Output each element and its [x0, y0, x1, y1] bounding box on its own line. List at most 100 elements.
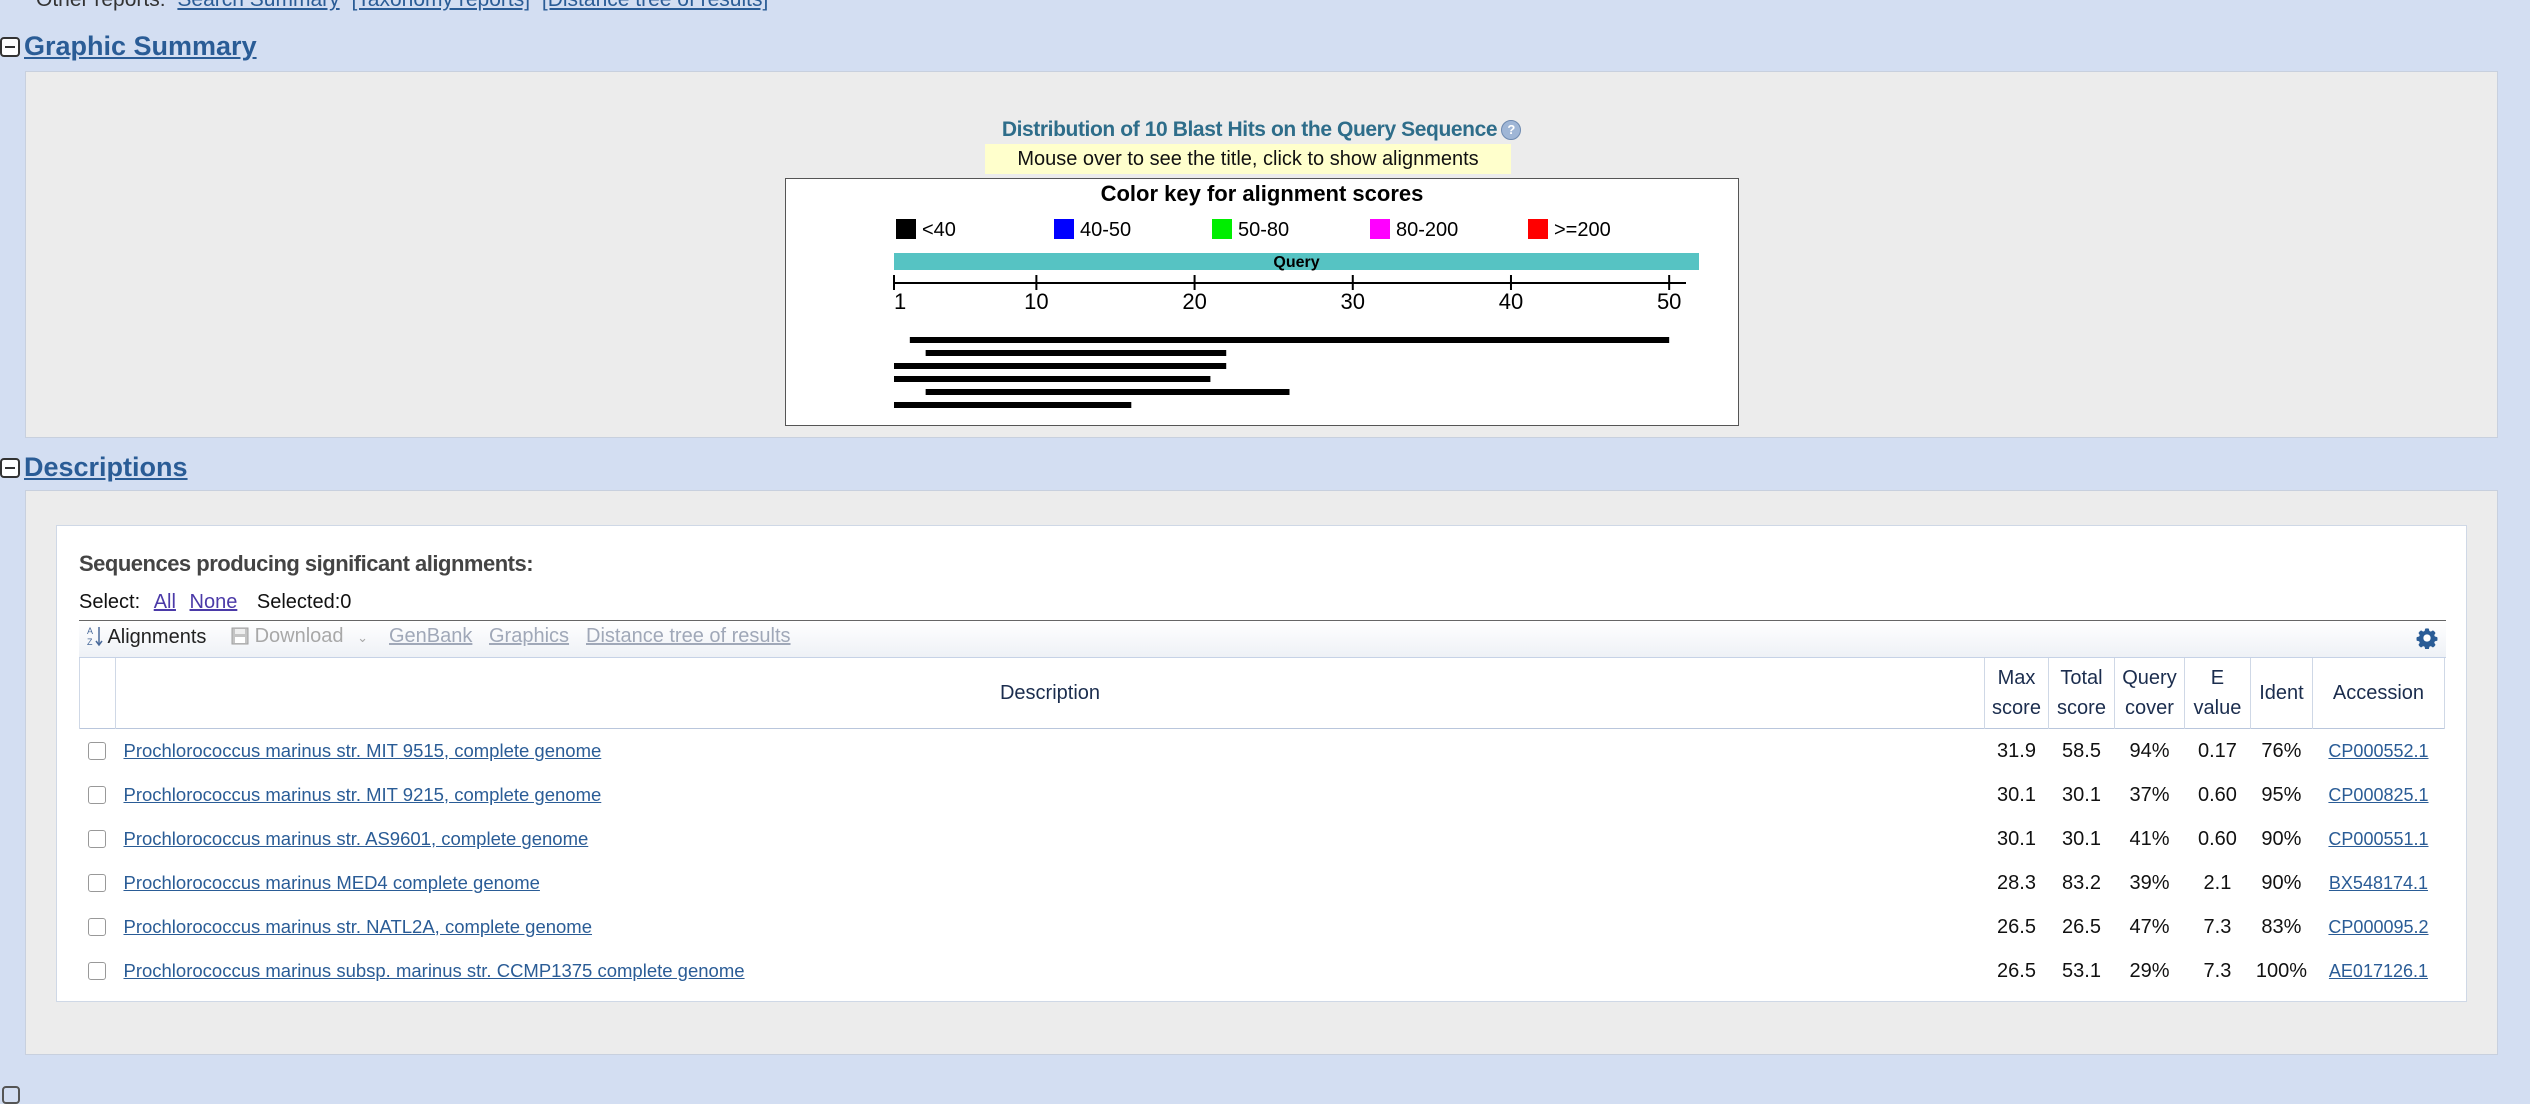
- color-key-label: <40: [922, 219, 956, 241]
- accession-link[interactable]: CP000551.1: [2328, 829, 2428, 849]
- ident-cell: 76%: [2261, 739, 2302, 762]
- hit-bar: [894, 363, 1227, 369]
- e-value-cell: 2.1: [2203, 871, 2232, 894]
- distribution-title-text: Distribution of 10 Blast Hits on the Que…: [1001, 118, 1498, 141]
- max-score-cell: 30.1: [1997, 827, 2036, 850]
- table-header-row: Description Max score Total score Query cov…: [79, 658, 2446, 729]
- alignments-label: Alignments: [107, 626, 207, 648]
- query-cover-header-line1: Query: [2122, 667, 2177, 689]
- hit-bar: [909, 337, 1670, 343]
- accession-cell: CP000551.1: [2312, 817, 2444, 861]
- genbank-link[interactable]: GenBank: [389, 625, 472, 648]
- row-checkbox[interactable]: [88, 786, 107, 805]
- e-value-cell: 0.60: [2197, 783, 2237, 806]
- description-column-header[interactable]: Description: [115, 658, 1986, 729]
- ident-cell: 90%: [2261, 871, 2302, 894]
- collapse-icon[interactable]: [0, 457, 20, 478]
- description-cell: Prochlorococcus marinus str. NATL2A, com…: [115, 905, 1984, 949]
- description-link[interactable]: Prochlorococcus marinus MED4 complete ge…: [123, 872, 539, 893]
- graphic-summary-header: Graphic Summary: [0, 31, 257, 62]
- select-label: Select:: [79, 591, 141, 613]
- download-button[interactable]: Download ⌄: [231, 625, 368, 648]
- total-score-cell: 83.2: [2062, 871, 2101, 894]
- query-cover-column-header[interactable]: Query cover: [2114, 658, 2185, 729]
- distribution-title: Distribution of 10 Blast Hits on the Que…: [26, 118, 2497, 142]
- description-cell: Prochlorococcus marinus subsp. marinus s…: [115, 949, 1984, 993]
- max-score-cell: 28.3: [1997, 871, 2036, 894]
- graphic-summary-title[interactable]: Graphic Summary: [24, 31, 257, 62]
- color-key-swatch: [1528, 219, 1548, 239]
- max-score-cell: 31.9: [1997, 739, 2036, 762]
- color-key-swatch: [896, 219, 916, 239]
- search-summary-link[interactable]: Search Summary: [177, 0, 339, 11]
- ruler-tick-label: 50: [1657, 289, 1681, 314]
- query-cover-cell: 39%: [2129, 871, 2170, 894]
- color-key-label: >=200: [1554, 219, 1611, 241]
- gear-icon[interactable]: [2416, 627, 2438, 649]
- row-checkbox-cell: [80, 905, 116, 949]
- hit-bar: [925, 350, 1227, 356]
- sort-icon: A Z: [87, 626, 103, 647]
- description-cell: Prochlorococcus marinus str. MIT 9515, c…: [115, 729, 1984, 774]
- max-score-header-line2: score: [1992, 697, 2041, 719]
- max-score-header-line1: Max: [1997, 667, 2036, 689]
- ident-cell: 95%: [2261, 783, 2302, 806]
- description-link[interactable]: Prochlorococcus marinus str. AS9601, com…: [123, 828, 588, 849]
- select-column-header: [79, 658, 116, 729]
- color-key-title: Color key for alignment scores: [1101, 181, 1424, 206]
- row-checkbox[interactable]: [88, 742, 107, 761]
- description-link[interactable]: Prochlorococcus marinus str. NATL2A, com…: [123, 916, 592, 937]
- color-key-swatch: [1370, 219, 1390, 239]
- accession-link[interactable]: CP000095.2: [2328, 917, 2428, 937]
- select-row: Select: All None Selected:0: [79, 591, 351, 614]
- query-cover-cell: 47%: [2129, 915, 2170, 938]
- taxonomy-reports-link[interactable]: [Taxonomy reports]: [351, 0, 530, 11]
- description-link[interactable]: Prochlorococcus marinus str. MIT 9215, c…: [123, 784, 601, 805]
- row-checkbox[interactable]: [88, 962, 107, 981]
- description-link[interactable]: Prochlorococcus marinus str. MIT 9515, c…: [123, 740, 601, 761]
- distance-tree-of-results-link[interactable]: Distance tree of results: [586, 625, 791, 648]
- ruler-tick-label: 20: [1182, 289, 1206, 314]
- accession-cell: BX548174.1: [2312, 861, 2444, 905]
- svg-text:Z: Z: [87, 637, 93, 647]
- description-link[interactable]: Prochlorococcus marinus subsp. marinus s…: [123, 960, 744, 981]
- description-cell: Prochlorococcus marinus str. MIT 9215, c…: [115, 773, 1984, 817]
- mouse-over-note: Mouse over to see the title, click to sh…: [985, 144, 1511, 174]
- row-checkbox-cell: [80, 949, 116, 993]
- e-value-column-header[interactable]: Evalue: [2184, 658, 2251, 729]
- max-score-cell: 26.5: [1997, 959, 2036, 982]
- ruler-tick-label: 30: [1341, 289, 1365, 314]
- collapse-icon[interactable]: [0, 36, 20, 57]
- e-value-cell: 7.3: [2203, 959, 2232, 982]
- select-all-link[interactable]: All: [154, 591, 176, 613]
- select-none-link[interactable]: None: [190, 591, 238, 613]
- download-label: Download: [254, 625, 344, 647]
- query-cover-cell: 41%: [2129, 827, 2170, 850]
- table-row: Prochlorococcus marinus str. AS9601, com…: [80, 817, 2445, 861]
- accession-link[interactable]: AE017126.1: [2329, 961, 2428, 981]
- ident-cell: 90%: [2261, 827, 2302, 850]
- descriptions-title[interactable]: Descriptions: [24, 452, 188, 483]
- max-score-cell: 30.1: [1997, 783, 2036, 806]
- row-checkbox[interactable]: [88, 874, 107, 893]
- accession-column-header[interactable]: Accession: [2312, 658, 2446, 729]
- results-table: Description Max score Total score Query cov…: [79, 658, 2446, 993]
- alignments-button[interactable]: A Z Alignments: [87, 625, 206, 649]
- max-score-column-header[interactable]: Max score: [1984, 658, 2049, 729]
- accession-link[interactable]: CP000552.1: [2328, 741, 2428, 761]
- help-icon[interactable]: ?: [1501, 120, 1522, 141]
- ident-column-header[interactable]: Ident: [2250, 658, 2313, 729]
- collapse-icon[interactable]: [2, 1086, 20, 1104]
- total-score-column-header[interactable]: Total score: [2048, 658, 2115, 729]
- distance-tree-link[interactable]: [Distance tree of results]: [542, 0, 768, 11]
- descriptions-header: Descriptions: [0, 452, 188, 483]
- graphics-link[interactable]: Graphics: [489, 625, 569, 648]
- row-checkbox[interactable]: [88, 918, 107, 937]
- selected-count: Selected:0: [256, 591, 352, 613]
- accession-link[interactable]: BX548174.1: [2329, 873, 2428, 893]
- row-checkbox[interactable]: [88, 830, 107, 849]
- accession-link[interactable]: CP000825.1: [2328, 785, 2428, 805]
- total-score-cell: 30.1: [2062, 783, 2101, 806]
- ruler-tick-label: 1: [894, 289, 906, 314]
- query-cover-header-line2: cover: [2125, 697, 2174, 719]
